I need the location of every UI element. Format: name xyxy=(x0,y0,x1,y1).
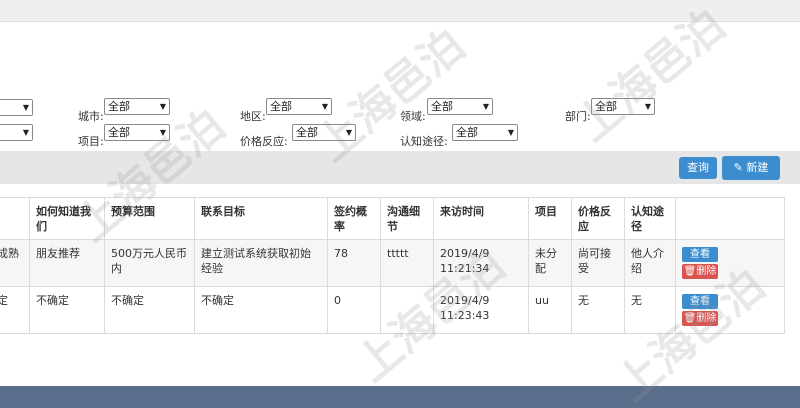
delete-button[interactable]: 🗑删除 xyxy=(682,264,718,279)
col-header-project: 项目 xyxy=(528,197,572,240)
col-header-price: 价格反应 xyxy=(571,197,625,240)
delete-button[interactable]: 🗑删除 xyxy=(682,311,718,326)
new-button[interactable]: ✎ 新建 xyxy=(722,156,780,180)
domain-label: 领域: xyxy=(400,110,426,123)
view-button[interactable]: 查看 xyxy=(682,294,718,309)
cell-project: 未分配 xyxy=(528,239,572,287)
col-header-budget: 预算范围 xyxy=(104,197,195,240)
cell-detail: ttttt xyxy=(380,239,434,287)
chevron-down-icon: ▼ xyxy=(507,128,514,137)
view-button[interactable]: 查看 xyxy=(682,247,718,262)
chevron-down-icon: ▼ xyxy=(321,102,328,111)
col-header-channel: 认知途径 xyxy=(624,197,676,240)
left-select-2[interactable]: ▼ xyxy=(0,124,33,141)
table-header-row: 如何知道我们 预算范围 联系目标 签约概率 沟通细节 来访时间 项目 价格反应 … xyxy=(0,197,785,240)
chevron-down-icon: ▼ xyxy=(22,103,29,112)
cell-budget: 500万元人民币内 xyxy=(104,239,195,287)
trash-icon: 🗑 xyxy=(683,266,697,277)
price-reaction-label: 价格反应: xyxy=(240,135,288,148)
top-bar xyxy=(0,0,800,22)
chevron-down-icon: ▼ xyxy=(482,102,489,111)
cell-time: 2019/4/9 11:23:43 xyxy=(433,286,529,334)
cell-target: 建立测试系统获取初始经验 xyxy=(194,239,328,287)
table-row: 成熟 朋友推荐 500万元人民币内 建立测试系统获取初始经验 78 ttttt … xyxy=(0,239,785,287)
project-label: 项目: xyxy=(78,135,104,148)
col-header-prob: 签约概率 xyxy=(327,197,381,240)
cell-time: 2019/4/9 11:21:34 xyxy=(433,239,529,287)
cell-detail xyxy=(380,286,434,334)
cell-project: uu xyxy=(528,286,572,334)
cell-prob: 78 xyxy=(327,239,381,287)
col-header-time: 来访时间 xyxy=(433,197,529,240)
chevron-down-icon: ▼ xyxy=(159,102,166,111)
col-header-how: 如何知道我们 xyxy=(29,197,105,240)
price-reaction-select[interactable]: 全部 ▼ xyxy=(292,124,356,141)
chevron-down-icon: ▼ xyxy=(644,102,651,111)
cell-price: 尚可接受 xyxy=(571,239,625,287)
cell-how: 不确定 xyxy=(29,286,105,334)
city-select[interactable]: 全部 ▼ xyxy=(104,98,170,115)
cell-price: 无 xyxy=(571,286,625,334)
table-row: 定 不确定 不确定 不确定 0 2019/4/9 11:23:43 uu 无 无… xyxy=(0,286,785,334)
chevron-down-icon: ▼ xyxy=(345,128,352,137)
col-header-partial xyxy=(0,197,30,240)
cell-budget: 不确定 xyxy=(104,286,195,334)
footer-bar xyxy=(0,386,800,408)
channel-label: 认知途径: xyxy=(400,135,448,148)
cell-target: 不确定 xyxy=(194,286,328,334)
domain-select[interactable]: 全部 ▼ xyxy=(427,98,493,115)
cell-how: 朋友推荐 xyxy=(29,239,105,287)
cell-actions: 查看 🗑删除 xyxy=(675,239,785,287)
department-select[interactable]: 全部 ▼ xyxy=(591,98,655,115)
cell-channel: 无 xyxy=(624,286,676,334)
action-toolbar: 查询 ✎ 新建 xyxy=(0,151,800,184)
cell-partial: 成熟 xyxy=(0,239,30,287)
query-button[interactable]: 查询 xyxy=(679,157,717,179)
cell-partial: 定 xyxy=(0,286,30,334)
chevron-down-icon: ▼ xyxy=(22,128,29,137)
new-button-label: 新建 xyxy=(746,161,769,174)
city-label: 城市: xyxy=(78,110,104,123)
region-label: 地区: xyxy=(240,110,266,123)
chevron-down-icon: ▼ xyxy=(159,128,166,137)
cell-prob: 0 xyxy=(327,286,381,334)
department-label: 部门: xyxy=(565,110,591,123)
project-select[interactable]: 全部 ▼ xyxy=(104,124,170,141)
filter-panel: ▼ ▼ 城市: 全部 ▼ 项目: 全部 ▼ 地区: 全部 ▼ 价格反应: 全部 ▼ 领域… xyxy=(0,92,800,150)
left-select-1[interactable]: ▼ xyxy=(0,99,33,116)
col-header-actions xyxy=(675,197,785,240)
trash-icon: 🗑 xyxy=(683,313,697,324)
col-header-detail: 沟通细节 xyxy=(380,197,434,240)
region-select[interactable]: 全部 ▼ xyxy=(266,98,332,115)
col-header-target: 联系目标 xyxy=(194,197,328,240)
pencil-icon: ✎ xyxy=(733,161,743,174)
cell-actions: 查看 🗑删除 xyxy=(675,286,785,334)
results-table: 如何知道我们 预算范围 联系目标 签约概率 沟通细节 来访时间 项目 价格反应 … xyxy=(0,197,785,334)
channel-select[interactable]: 全部 ▼ xyxy=(452,124,518,141)
cell-channel: 他人介绍 xyxy=(624,239,676,287)
